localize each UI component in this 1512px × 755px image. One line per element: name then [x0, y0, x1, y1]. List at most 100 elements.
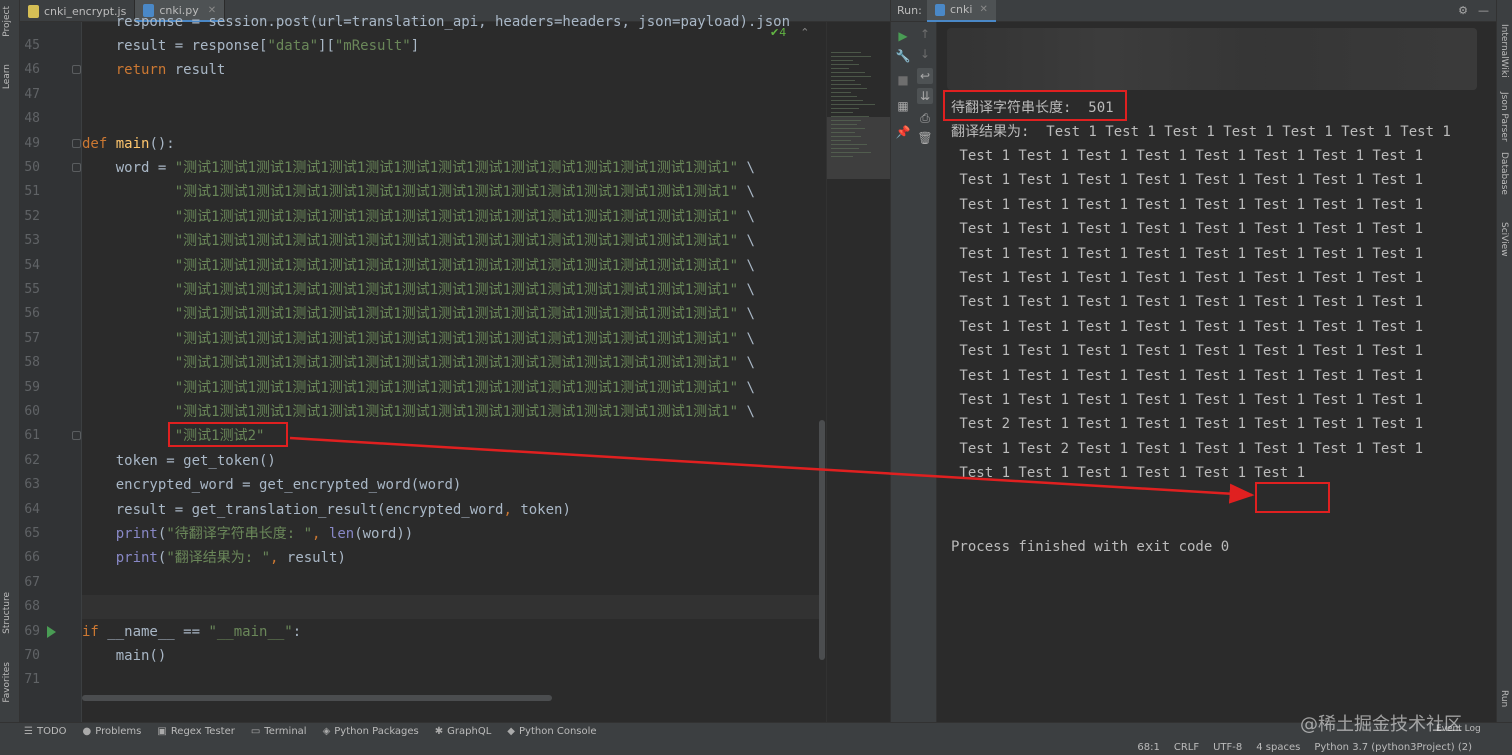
wrench-icon[interactable]: 🔧 — [895, 48, 911, 64]
caret-position[interactable]: 68:1 — [1137, 740, 1159, 755]
minimap-line — [831, 148, 859, 149]
watermark: @稀土掘金技术社区 — [1300, 714, 1462, 735]
minimap-line — [831, 132, 855, 133]
inspection-widget[interactable]: ✔4 ⌃ — [770, 26, 809, 39]
horizontal-scrollbar[interactable] — [82, 695, 552, 701]
line-number: 63 — [24, 477, 40, 493]
line-number: 58 — [24, 355, 40, 371]
line-number: 49 — [24, 135, 40, 151]
code-area[interactable]: response = session.post(url=translation_… — [82, 14, 822, 722]
code-line-45: result = response["data"]["mResult"] — [115, 38, 420, 54]
pin-icon[interactable]: 📌 — [895, 124, 911, 140]
scroll-to-end-icon[interactable]: ⇊ — [917, 88, 933, 104]
fold-marker[interactable] — [72, 65, 81, 75]
python-packages-tool-button[interactable]: ◈ Python Packages — [323, 726, 419, 737]
python-console-label: Python Console — [519, 726, 597, 737]
console-output[interactable]: 待翻译字符串长度: 501 翻译结果为: Test 1 Test 1 Test … — [937, 22, 1497, 722]
code-line-49: def main(): — [82, 136, 175, 152]
minimap-line — [831, 124, 857, 125]
layout-icon[interactable]: ▦ — [895, 98, 911, 114]
chevron-up-icon[interactable]: ⌃ — [800, 26, 809, 39]
minimap-line — [831, 104, 875, 105]
graphql-icon: ✱ — [434, 726, 444, 737]
arrow-up-icon[interactable]: ↑ — [917, 26, 933, 42]
run-toolbar-secondary: ↑ ↓ ↩ ⇊ ⎙ 🗑 — [913, 22, 937, 722]
line-number: 71 — [24, 672, 40, 688]
line-number: 59 — [24, 379, 40, 395]
vertical-scrollbar[interactable] — [819, 420, 825, 660]
line-number: 61 — [24, 428, 40, 444]
run-toolbar-primary: ▶ 🔧 ■ ▦ 📌 — [891, 22, 913, 722]
todo-tool-button[interactable]: ☰ TODO — [24, 726, 67, 737]
highlight-box-code-string — [168, 422, 288, 447]
rerun-icon[interactable]: ▶ — [895, 28, 911, 44]
run-tab-cnki[interactable]: cnki ✕ — [927, 0, 996, 22]
result-output-line: Test 1 Test 1 Test 1 Test 1 Test 1 Test … — [951, 172, 1424, 189]
sciview-tool-tab[interactable]: SciView — [1499, 222, 1509, 257]
code-line-44: response = session.post(url=translation_… — [82, 14, 791, 30]
line-number: 50 — [24, 160, 40, 175]
minimap-line — [831, 96, 857, 97]
minimize-icon[interactable]: — — [1478, 4, 1489, 17]
code-line-58: "测试1测试1测试1测试1测试1测试1测试1测试1测试1测试1测试1测试1测试1… — [174, 355, 755, 371]
terminal-icon: ▭ — [250, 726, 261, 737]
learn-tool-tab[interactable]: Learn — [2, 64, 12, 89]
project-tab-label: Project — [2, 6, 12, 37]
line-number: 53 — [24, 233, 40, 249]
trash-icon[interactable]: 🗑 — [917, 130, 933, 146]
left-tool-strip: Project Learn Structure Favorites — [0, 0, 20, 722]
soft-wrap-icon[interactable]: ↩ — [917, 68, 933, 84]
line-separator[interactable]: CRLF — [1174, 740, 1199, 755]
line-number: 51 — [24, 184, 40, 200]
graphql-tool-button[interactable]: ✱ GraphQL — [435, 726, 492, 737]
close-icon[interactable]: ✕ — [979, 4, 987, 15]
problems-tool-button[interactable]: ● Problems — [83, 726, 142, 737]
line-number: 60 — [24, 404, 40, 419]
gear-icon[interactable]: ⚙ — [1458, 4, 1468, 17]
fold-marker[interactable] — [72, 138, 81, 148]
favorites-tool-tab[interactable]: Favorites — [2, 662, 12, 703]
print-icon[interactable]: ⎙ — [917, 110, 933, 126]
fold-marker[interactable] — [72, 163, 81, 172]
line-number: 47 — [24, 86, 40, 102]
line-number: 48 — [24, 111, 40, 127]
run-tool-tab[interactable]: Run — [1499, 690, 1509, 707]
highlight-box-last-result — [1255, 482, 1330, 513]
stop-icon[interactable]: ■ — [895, 72, 911, 88]
structure-tool-tab[interactable]: Structure — [2, 592, 12, 634]
line-number: 52 — [24, 208, 40, 224]
inspection-count: 4 — [779, 26, 787, 39]
run-gutter-icon[interactable] — [47, 625, 56, 638]
terminal-tool-button[interactable]: ▭ Terminal — [251, 726, 307, 737]
problems-label: Problems — [95, 726, 142, 737]
regex-tester-tool-button[interactable]: ▣ Regex Tester — [157, 726, 234, 737]
code-line-53: "测试1测试1测试1测试1测试1测试1测试1测试1测试1测试1测试1测试1测试1… — [174, 233, 755, 249]
right-tool-strip: InternalWiki Json Parser Database SciVie… — [1496, 0, 1512, 722]
database-tool-tab[interactable]: Database — [1499, 152, 1509, 195]
internalwiki-tool-tab[interactable]: InternalWiki — [1499, 24, 1509, 78]
exit-line: Process finished with exit code 0 — [951, 539, 1230, 555]
console-icon: ◆ — [507, 726, 515, 737]
minimap-line — [831, 64, 859, 65]
fold-marker[interactable] — [72, 431, 81, 441]
line-number-gutter: 45 46 47 48 49 50 51 52 53 54 55 56 57 58 59 60 61 62 63 64… — [20, 22, 82, 722]
json-parser-tool-tab[interactable]: Json Parser — [1499, 92, 1509, 142]
learn-tab-label: Learn — [2, 64, 12, 90]
minimap-line — [831, 152, 871, 153]
arrow-down-icon[interactable]: ↓ — [917, 46, 933, 62]
python-interpreter[interactable]: Python 3.7 (python3Project) (2) — [1314, 740, 1472, 755]
minimap-line — [831, 60, 853, 61]
line-number: 55 — [24, 282, 40, 297]
code-minimap[interactable] — [826, 22, 890, 722]
minimap-line — [831, 72, 865, 73]
python-console-tool-button[interactable]: ◆ Python Console — [507, 726, 596, 737]
bottom-tool-bar: ☰ TODO ● Problems ▣ Regex Tester ▭ Terminal … — [0, 722, 1512, 740]
code-editor[interactable]: cnki_encrypt.js cnki.py ✕ 45 46 47 48 49 50 51… — [20, 0, 890, 722]
indent-setting[interactable]: 4 spaces — [1256, 740, 1300, 755]
list-icon: ☰ — [24, 726, 33, 737]
file-encoding[interactable]: UTF-8 — [1213, 740, 1242, 755]
result-output-line: Test 1 Test 2 Test 1 Test 1 Test 1 Test … — [951, 440, 1424, 457]
project-tool-tab[interactable]: Project — [2, 6, 12, 37]
minimap-line — [831, 108, 859, 109]
blurred-output-region — [947, 28, 1477, 90]
